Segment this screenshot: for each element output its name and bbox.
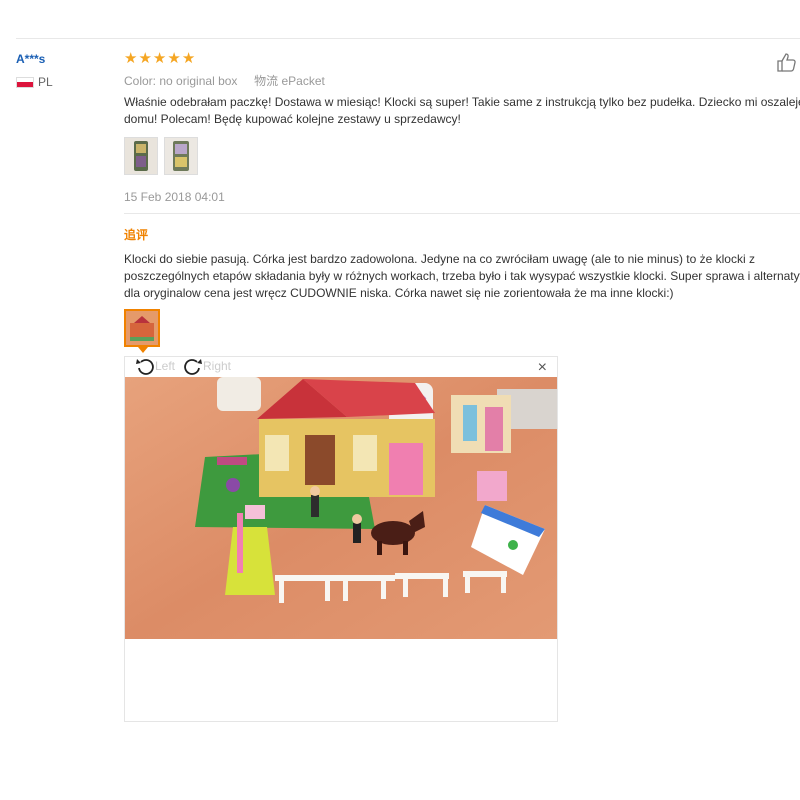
reviewer-country: PL bbox=[16, 75, 53, 89]
review-text-line: domu! Polecam! Będę kupować kolejne zest… bbox=[124, 112, 461, 126]
helpful-thumbs-up-icon[interactable] bbox=[776, 52, 800, 72]
shipping-value: ePacket bbox=[281, 74, 325, 88]
additional-photo-thumbnail[interactable] bbox=[124, 309, 160, 347]
rotate-left-icon bbox=[136, 359, 154, 375]
close-viewer-button[interactable]: × bbox=[538, 359, 547, 377]
top-divider bbox=[16, 38, 800, 39]
star-icon: ★ bbox=[124, 50, 138, 67]
rotate-right-button[interactable]: Right bbox=[183, 357, 231, 375]
rotate-right-icon bbox=[184, 359, 202, 375]
country-code: PL bbox=[38, 75, 53, 89]
enlarged-review-photo bbox=[125, 377, 557, 639]
review-divider bbox=[124, 213, 800, 214]
review-photos bbox=[124, 137, 204, 175]
image-viewer: Left Right × bbox=[124, 356, 558, 722]
review-text-line: Właśnie odebrałam paczkę! Dostawa w mies… bbox=[124, 95, 800, 109]
additional-review-line: Klocki do siebie pasują. Córka jest bard… bbox=[124, 252, 755, 266]
additional-review-line: dla oryginalow cena jest wręcz CUDOWNIE … bbox=[124, 286, 674, 300]
reviewer-name: A***s bbox=[16, 52, 46, 66]
star-rating: ★ ★ ★ ★ ★ bbox=[124, 51, 196, 66]
color-label: Color: bbox=[124, 74, 157, 88]
star-icon: ★ bbox=[181, 50, 196, 67]
additional-review-label: 追评 bbox=[124, 228, 149, 242]
star-icon: ★ bbox=[167, 50, 181, 67]
poland-flag-icon bbox=[16, 76, 34, 88]
rotate-left-label: Left bbox=[155, 359, 176, 373]
review-photo-thumbnail[interactable] bbox=[164, 137, 198, 175]
selected-thumbnail-caret bbox=[138, 347, 148, 353]
color-value: no original box bbox=[159, 74, 238, 88]
review-date: 15 Feb 2018 04:01 bbox=[124, 190, 225, 204]
review-attributes: Color: no original box 物流 ePacket bbox=[124, 72, 325, 89]
star-icon: ★ bbox=[152, 50, 167, 67]
shipping-label: 物流 bbox=[254, 74, 279, 88]
additional-review-line: poszczególnych etapów składania były w r… bbox=[124, 269, 800, 283]
reviewer-info: A***s PL bbox=[16, 52, 53, 89]
star-icon: ★ bbox=[138, 50, 152, 67]
review-photo-thumbnail[interactable] bbox=[124, 137, 158, 175]
rotate-right-label: Right bbox=[203, 359, 232, 373]
rotate-left-button[interactable]: Left bbox=[135, 357, 175, 375]
